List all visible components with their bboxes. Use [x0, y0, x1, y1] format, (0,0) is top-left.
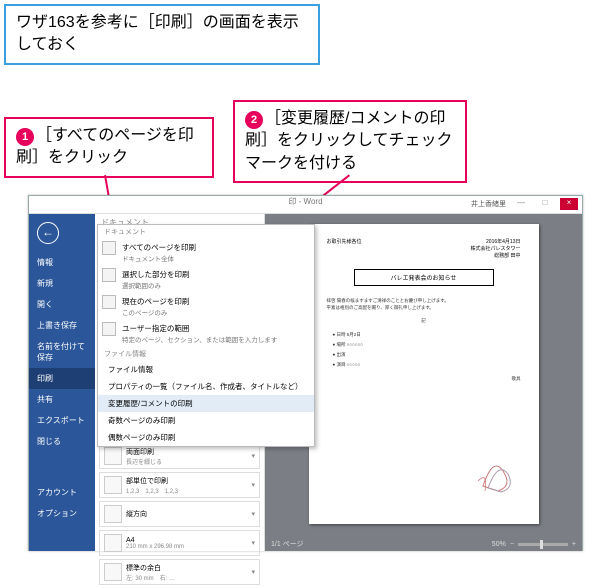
opt-margins-sub: 左: 30 mm 右: …: [126, 573, 251, 582]
chevron-down-icon: ▾: [251, 481, 255, 489]
user-name[interactable]: 井上香緒里: [471, 199, 506, 209]
dd-item-all-pages-sub: ドキュメント全体: [122, 253, 308, 263]
opt-collate-label: 部単位で印刷: [126, 478, 168, 485]
page-icon: [102, 322, 116, 336]
annotation-1-text: ［すべてのページを印刷］をクリック: [16, 127, 194, 166]
dd-item-print-markup[interactable]: 変更履歴/コメントの印刷: [98, 395, 314, 412]
back-button[interactable]: ←: [37, 222, 59, 244]
zoom-level[interactable]: 50%: [492, 541, 506, 548]
chevron-down-icon: ▾: [251, 539, 255, 547]
annotation-step-1: 1［すべてのページを印刷］をクリック: [4, 117, 214, 178]
print-range-dropdown[interactable]: ドキュメント すべてのページを印刷ドキュメント全体 選択した部分を印刷選択範囲の…: [97, 224, 315, 447]
doc-from2: 総務部 田中: [494, 253, 520, 259]
opt-paper-size-label: A4: [126, 537, 135, 544]
backstage-nav: ← 情報 新規 開く 上書き保存 名前を付けて保存 印刷 共有 エクスポート 閉…: [29, 214, 95, 551]
page-icon: [102, 268, 116, 282]
step-1-badge: 1: [16, 128, 34, 146]
nav-export[interactable]: エクスポート: [29, 410, 95, 431]
page-icon: [102, 295, 116, 309]
dd-section-document: ドキュメント: [98, 225, 314, 239]
dd-item-even-pages[interactable]: 偶数ページのみ印刷: [98, 429, 314, 446]
doc-li2: ● 場所 ○○○○○○: [333, 342, 521, 349]
doc-li4: ● 演目 ○○○○○: [333, 362, 521, 369]
dd-item-all-pages-label: すべてのページを印刷: [122, 243, 196, 252]
nav-save[interactable]: 上書き保存: [29, 315, 95, 336]
preview-status-bar: 1/1 ページ 50%− +: [265, 537, 582, 551]
dd-item-properties[interactable]: プロパティの一覧（ファイル名、作成者、タイトルなど）: [98, 378, 314, 395]
word-window: 印 - Word 井上香緒里 — □ × ← 情報 新規 開く 上書き保存 名前…: [28, 195, 583, 551]
nav-account[interactable]: アカウント: [29, 482, 95, 503]
nav-new[interactable]: 新規: [29, 273, 95, 294]
dd-item-selection-label: 選択した部分を印刷: [122, 270, 190, 279]
zoom-out-icon[interactable]: −: [510, 541, 514, 548]
nav-options[interactable]: オプション: [29, 503, 95, 524]
dd-item-fileinfo[interactable]: ファイル情報: [98, 361, 314, 378]
opt-margins-label: 標準の余白: [126, 565, 161, 572]
title-bar: 印 - Word 井上香緒里 — □ ×: [29, 196, 582, 214]
opt-duplex-sub: 長辺を綴じる: [126, 457, 251, 466]
nav-saveas[interactable]: 名前を付けて保存: [29, 336, 95, 368]
doc-li1: ● 日時 5月2日: [333, 332, 521, 339]
dd-section-fileinfo: ファイル情報: [98, 347, 314, 361]
doc-close: 敬具: [327, 376, 521, 383]
print-settings-pane: ドキュメント ドキュメント すべてのページを印刷ドキュメント全体 選択した部分を…: [95, 214, 265, 551]
doc-p1: 拝啓 陽春の候ますますご清祥のこととお慶び申し上げます。: [327, 298, 521, 305]
dd-item-odd-pages[interactable]: 奇数ページのみ印刷: [98, 412, 314, 429]
doc-from1: 株式会社パレスタワー: [470, 246, 520, 252]
ballet-shoes-icon: [473, 446, 523, 496]
dd-item-current-page[interactable]: 現在のページを印刷このページのみ: [98, 293, 314, 320]
opt-collate-sub: 1,2,3 1,2,3 1,2,3: [126, 486, 251, 495]
dd-item-selection-sub: 選択範囲のみ: [122, 280, 308, 290]
doc-to: お取引先様各位: [327, 238, 362, 259]
zoom-slider[interactable]: [518, 543, 568, 546]
nav-close[interactable]: 閉じる: [29, 431, 95, 452]
chevron-down-icon: ▾: [251, 452, 255, 460]
window-max-icon[interactable]: □: [536, 198, 554, 210]
duplex-icon: [104, 447, 122, 465]
opt-paper-size-sub: 210 mm x 296.98 mm: [126, 544, 251, 550]
orientation-icon: [104, 505, 122, 523]
annotation-step-2: 2［変更履歴/コメントの印刷］をクリックしてチェックマークを付ける: [233, 100, 467, 183]
dd-item-custom-range[interactable]: ユーザー指定の範囲特定のページ、セクション、または範囲を入力します: [98, 320, 314, 347]
window-close-icon[interactable]: ×: [560, 198, 578, 210]
doc-date: 2016年4月13日: [486, 239, 520, 245]
dd-item-all-pages[interactable]: すべてのページを印刷ドキュメント全体: [98, 239, 314, 266]
window-min-icon[interactable]: —: [512, 198, 530, 210]
nav-share[interactable]: 共有: [29, 389, 95, 410]
preview-page: お取引先様各位 2016年4月13日株式会社パレスタワー総務部 田中 バレエ発表…: [309, 224, 539, 524]
doc-p2: 平素は格別のご高配を賜り、厚く御礼申し上げます。: [327, 305, 521, 312]
opt-orientation[interactable]: 縦方向 ▾: [99, 501, 260, 527]
zoom-in-icon[interactable]: +: [572, 541, 576, 548]
annotation-top: ワザ163を参考に［印刷］の画面を表示しておく: [4, 4, 320, 65]
step-2-badge: 2: [245, 111, 263, 129]
collate-icon: [104, 476, 122, 494]
page-icon: [102, 241, 116, 255]
doc-rec: 記: [327, 318, 521, 325]
margins-icon: [104, 563, 122, 581]
dd-item-current-page-label: 現在のページを印刷: [122, 297, 189, 306]
dd-item-custom-range-label: ユーザー指定の範囲: [122, 324, 189, 333]
dd-item-selection[interactable]: 選択した部分を印刷選択範囲のみ: [98, 266, 314, 293]
opt-margins[interactable]: 標準の余白左: 30 mm 右: …▾: [99, 559, 260, 585]
dd-item-custom-range-sub: 特定のページ、セクション、または範囲を入力します: [122, 334, 308, 344]
page-indicator[interactable]: 1/1 ページ: [271, 539, 304, 549]
window-title: 印 - Word: [288, 197, 322, 206]
doc-title: バレエ発表会のお知らせ: [354, 269, 494, 286]
dd-item-current-page-sub: このページのみ: [122, 307, 308, 317]
annotation-2-text: ［変更履歴/コメントの印刷］をクリックしてチェックマークを付ける: [245, 110, 453, 172]
opt-paper-size[interactable]: A4210 mm x 296.98 mm▾: [99, 530, 260, 556]
opt-duplex-label: 両面印刷: [126, 449, 154, 456]
chevron-down-icon: ▾: [251, 510, 255, 518]
nav-open[interactable]: 開く: [29, 294, 95, 315]
nav-print[interactable]: 印刷: [29, 368, 95, 389]
opt-orientation-label: 縦方向: [126, 511, 147, 518]
paper-icon: [104, 534, 122, 552]
chevron-down-icon: ▾: [251, 568, 255, 576]
opt-collate[interactable]: 部単位で印刷1,2,3 1,2,3 1,2,3▾: [99, 472, 260, 498]
doc-li3: ● 出演: [333, 352, 521, 359]
nav-info[interactable]: 情報: [29, 252, 95, 273]
